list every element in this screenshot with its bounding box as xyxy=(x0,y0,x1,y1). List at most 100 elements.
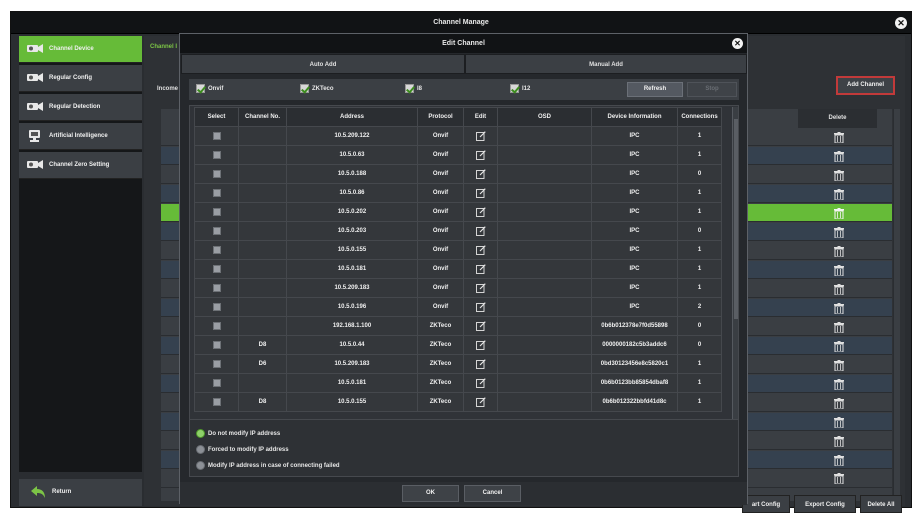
edit-icon[interactable] xyxy=(475,378,486,388)
onvif-checkbox[interactable] xyxy=(196,84,205,93)
radio-modify-on-failure[interactable] xyxy=(196,461,205,470)
sidebar-item-regular-detection[interactable]: Regular Detection xyxy=(19,94,142,121)
row-checkbox[interactable] xyxy=(212,341,221,349)
i12-checkbox[interactable] xyxy=(510,84,519,93)
tab-auto-add[interactable]: Auto Add xyxy=(181,54,465,74)
row-select-checkbox[interactable] xyxy=(194,316,239,336)
row-checkbox[interactable] xyxy=(212,132,221,140)
cell-edit[interactable] xyxy=(463,164,498,184)
row-select-checkbox[interactable] xyxy=(194,259,239,279)
edit-icon[interactable] xyxy=(475,264,486,274)
trash-icon[interactable] xyxy=(834,322,844,333)
table-row[interactable]: D6 10.5.209.183 ZKTeco 0bd30123456e8c5820c1… xyxy=(194,354,722,374)
row-checkbox[interactable] xyxy=(212,227,221,235)
row-select-checkbox[interactable] xyxy=(194,278,239,298)
cell-edit[interactable] xyxy=(463,183,498,203)
sidebar-item-regular-config[interactable]: Regular Config xyxy=(19,65,142,92)
row-select-checkbox[interactable] xyxy=(194,202,239,222)
table-row[interactable]: 10.5.209.183 Onvif IPC 1 xyxy=(194,278,722,298)
row-checkbox[interactable] xyxy=(212,189,221,197)
table-row[interactable]: 10.5.0.86 Onvif IPC 1 xyxy=(194,183,722,203)
row-checkbox[interactable] xyxy=(212,379,221,387)
cancel-button[interactable]: Cancel xyxy=(464,485,521,502)
row-checkbox[interactable] xyxy=(212,170,221,178)
edit-icon[interactable] xyxy=(475,302,486,312)
window-close-button[interactable]: ✕ xyxy=(895,17,907,29)
dialog-close-button[interactable]: ✕ xyxy=(732,38,743,49)
zkteco-checkbox[interactable] xyxy=(300,84,309,93)
i8-checkbox[interactable] xyxy=(405,84,414,93)
cell-edit[interactable] xyxy=(463,354,498,374)
row-checkbox[interactable] xyxy=(212,151,221,159)
row-select-checkbox[interactable] xyxy=(194,221,239,241)
row-checkbox[interactable] xyxy=(212,208,221,216)
row-checkbox[interactable] xyxy=(212,246,221,254)
row-select-checkbox[interactable] xyxy=(194,354,239,374)
row-checkbox[interactable] xyxy=(212,303,221,311)
row-select-checkbox[interactable] xyxy=(194,373,239,393)
export-config-button[interactable]: Export Config xyxy=(794,495,856,513)
edit-icon[interactable] xyxy=(475,207,486,217)
edit-icon[interactable] xyxy=(475,131,486,141)
radio-force-modify[interactable] xyxy=(196,445,205,454)
edit-icon[interactable] xyxy=(475,340,486,350)
refresh-button[interactable]: Refresh xyxy=(627,82,683,97)
trash-icon[interactable] xyxy=(834,151,844,162)
row-select-checkbox[interactable] xyxy=(194,297,239,317)
edit-icon[interactable] xyxy=(475,397,486,407)
table-row[interactable]: 10.5.0.181 Onvif IPC 1 xyxy=(194,259,722,279)
edit-icon[interactable] xyxy=(475,188,486,198)
sidebar-item-artificial-intelligence[interactable]: Artificial Intelligence xyxy=(19,123,142,150)
trash-icon[interactable] xyxy=(834,360,844,371)
table-row[interactable]: 10.5.0.202 Onvif IPC 1 xyxy=(194,202,722,222)
tab-channel[interactable]: Channel I xyxy=(150,44,177,50)
delete-all-button[interactable]: Delete All xyxy=(860,495,902,513)
import-config-button[interactable]: art Config xyxy=(742,495,790,513)
row-select-checkbox[interactable] xyxy=(194,240,239,260)
trash-icon[interactable] xyxy=(834,208,844,219)
trash-icon[interactable] xyxy=(834,341,844,352)
trash-icon[interactable] xyxy=(834,398,844,409)
sidebar-item-channel-zero-setting[interactable]: Channel Zero Setting xyxy=(19,152,142,179)
table-row[interactable]: 10.5.0.155 Onvif IPC 1 xyxy=(194,240,722,260)
table-row[interactable]: 10.5.0.203 Onvif IPC 0 xyxy=(194,221,722,241)
row-checkbox[interactable] xyxy=(212,284,221,292)
row-select-checkbox[interactable] xyxy=(194,183,239,203)
row-select-checkbox[interactable] xyxy=(194,126,239,146)
cell-edit[interactable] xyxy=(463,126,498,146)
cell-edit[interactable] xyxy=(463,297,498,317)
table-row[interactable]: 10.5.0.63 Onvif IPC 1 xyxy=(194,145,722,165)
table-row[interactable]: 10.5.209.122 Onvif IPC 1 xyxy=(194,126,722,146)
table-row[interactable]: D8 10.5.0.155 ZKTeco 0b6b012322bbfd41d8c 1 xyxy=(194,392,722,412)
row-select-checkbox[interactable] xyxy=(194,335,239,355)
row-checkbox[interactable] xyxy=(212,360,221,368)
cell-edit[interactable] xyxy=(463,335,498,355)
edit-icon[interactable] xyxy=(475,150,486,160)
trash-icon[interactable] xyxy=(834,246,844,257)
cell-edit[interactable] xyxy=(463,316,498,336)
edit-icon[interactable] xyxy=(475,169,486,179)
table-row[interactable]: 192.168.1.100 ZKTeco 0b6b012378e7f0d55898 0 xyxy=(194,316,722,336)
ok-button[interactable]: OK xyxy=(402,485,459,502)
table-row[interactable]: D8 10.5.0.44 ZKTeco 0000000182c5b3addc6 0 xyxy=(194,335,722,355)
scroll-thumb[interactable] xyxy=(734,119,738,319)
row-checkbox[interactable] xyxy=(212,265,221,273)
row-select-checkbox[interactable] xyxy=(194,145,239,165)
cell-edit[interactable] xyxy=(463,373,498,393)
table-row[interactable]: 10.5.0.196 Onvif IPC 2 xyxy=(194,297,722,317)
trash-icon[interactable] xyxy=(834,473,844,484)
trash-icon[interactable] xyxy=(834,455,844,466)
device-table-vscrollbar[interactable] xyxy=(732,107,738,434)
trash-icon[interactable] xyxy=(834,265,844,276)
cell-edit[interactable] xyxy=(463,221,498,241)
trash-icon[interactable] xyxy=(834,227,844,238)
edit-icon[interactable] xyxy=(475,359,486,369)
edit-icon[interactable] xyxy=(475,321,486,331)
row-checkbox[interactable] xyxy=(212,398,221,406)
table-row[interactable]: 10.5.0.181 ZKTeco 0b6b0123bb85854dbaf8 1 xyxy=(194,373,722,393)
radio-do-not-modify[interactable] xyxy=(196,429,205,438)
trash-icon[interactable] xyxy=(834,170,844,181)
row-select-checkbox[interactable] xyxy=(194,392,239,412)
cell-edit[interactable] xyxy=(463,240,498,260)
trash-icon[interactable] xyxy=(834,132,844,143)
